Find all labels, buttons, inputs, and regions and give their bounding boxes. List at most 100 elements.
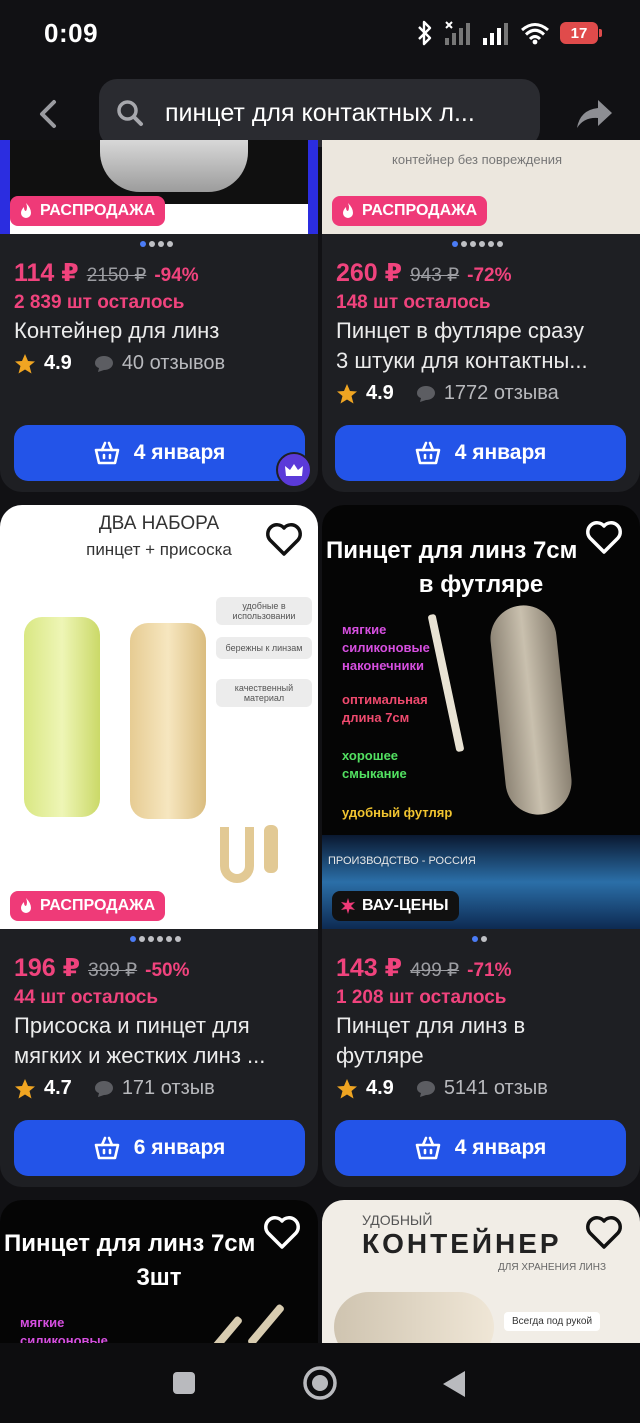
product-card[interactable]: Пинцет для линз 7см 3шт мягкие силиконов… (0, 1200, 318, 1343)
current-price: 143 ₽ (336, 954, 403, 982)
rating-value: 4.7 (44, 1077, 72, 1099)
product-title-line: мягких и жестких линз ... (14, 1043, 266, 1068)
current-price: 260 ₽ (336, 259, 403, 287)
rating-value: 4.9 (366, 382, 394, 404)
reviews-count: 1772 отзыва (443, 382, 559, 404)
pagination-dot (139, 936, 145, 942)
feature-text: удобный футляр (342, 805, 453, 820)
delivery-date: 4 января (133, 441, 226, 464)
share-icon[interactable] (574, 94, 614, 134)
wow-price-badge-label: ВАУ-ЦЕНЫ (362, 897, 449, 914)
product-card[interactable]: контейнер без повреждения РАСПРОДАЖА 260… (322, 140, 640, 492)
reviews-count: 5141 отзыв (443, 1077, 548, 1099)
signal-icon-sim1 (445, 21, 470, 45)
sale-badge: РАСПРОДАЖА (10, 196, 166, 226)
add-to-cart-button[interactable]: 4 января (14, 425, 305, 481)
delivery-date: 4 января (454, 441, 547, 464)
delivery-date: 6 января (133, 1136, 226, 1159)
comment-icon (94, 355, 113, 372)
sale-badge-label: РАСПРОДАЖА (362, 202, 478, 219)
rating-value: 4.9 (44, 352, 72, 374)
product-title[interactable]: Контейнер для линз (14, 316, 304, 346)
clock: 0:09 (44, 18, 99, 48)
add-to-cart-button[interactable]: 6 января (14, 1120, 305, 1176)
search-bar[interactable]: пинцет для контактных л... (99, 79, 540, 147)
signal-icon-sim2 (483, 23, 508, 45)
recent-apps-icon[interactable] (172, 1371, 196, 1395)
pagination-dot (166, 936, 172, 942)
feature-tag: бережны к линзам (216, 637, 312, 659)
sale-badge-label: РАСПРОДАЖА (40, 202, 156, 219)
feature-text: хорошее (342, 748, 399, 763)
star-icon (337, 1078, 357, 1098)
feature-text: силиконовые (342, 640, 430, 655)
favorite-heart-icon[interactable] (264, 519, 304, 559)
sale-badge: РАСПРОДАЖА (332, 196, 488, 226)
old-price: 499 ₽ (410, 960, 460, 981)
status-icons: 17 (416, 20, 602, 46)
flame-icon (343, 203, 353, 218)
basket-icon (415, 441, 441, 465)
price-row: 143 ₽ 499 ₽ -71% (336, 953, 512, 983)
stock-left: 1 208 шт осталось (336, 987, 507, 1008)
price-row: 114 ₽ 2150 ₽ -94% (14, 258, 199, 288)
discount: -94% (154, 265, 199, 286)
current-price: 114 ₽ (14, 259, 79, 287)
pagination-dot (140, 241, 146, 247)
favorite-heart-icon[interactable] (584, 517, 624, 557)
stock-left: 148 шт осталось (336, 292, 491, 313)
product-title[interactable]: Присоска и пинцет для мягких и жестких л… (14, 1011, 304, 1071)
pagination-dot (157, 936, 163, 942)
product-card[interactable]: Пинцет для линз 7см в футляре мягкие сил… (322, 505, 640, 1187)
pagination-dot (461, 241, 467, 247)
image-pagination (140, 241, 173, 247)
back-arrow-icon[interactable] (30, 94, 66, 134)
comment-icon (416, 385, 435, 402)
feature-text: наконечники (342, 658, 425, 673)
pagination-dot (158, 241, 164, 247)
back-nav-icon[interactable] (440, 1369, 468, 1399)
pagination-dot (481, 936, 487, 942)
product-title-line: 3 штуки для контактны... (336, 348, 588, 373)
feature-text: мягкие (20, 1315, 65, 1330)
add-to-cart-button[interactable]: 4 января (335, 1120, 626, 1176)
product-title[interactable]: Пинцет для линз в футляре (336, 1011, 626, 1071)
image-pagination (130, 936, 181, 942)
basket-icon (94, 1136, 120, 1160)
pagination-dot (497, 241, 503, 247)
flame-icon (21, 203, 31, 218)
price-row: 196 ₽ 399 ₽ -50% (14, 953, 190, 983)
wow-price-badge: ВАУ-ЦЕНЫ (332, 891, 459, 921)
rating-value: 4.9 (366, 1077, 394, 1099)
image-headline: КОНТЕЙНЕР (362, 1228, 562, 1259)
discount: -50% (145, 960, 190, 981)
feature-tag: удобные в использовании (216, 597, 312, 625)
home-icon[interactable] (302, 1365, 338, 1401)
pagination-dot (130, 936, 136, 942)
image-caption: контейнер без повреждения (392, 152, 563, 167)
product-title-line: футляре (336, 1043, 424, 1068)
star-icon (337, 383, 357, 403)
add-to-cart-button[interactable]: 4 января (335, 425, 626, 481)
old-price: 399 ₽ (88, 960, 138, 981)
current-price: 196 ₽ (14, 954, 81, 982)
image-footer: ПРОИЗВОДСТВО - РОССИЯ (328, 855, 476, 867)
product-image[interactable]: Пинцет для линз 7см в футляре мягкие сил… (322, 505, 640, 929)
product-image[interactable]: ДВА НАБОРА пинцет + присоска удобные в и… (0, 505, 318, 929)
product-card[interactable]: УДОБНЫЙ КОНТЕЙНЕР ДЛЯ ХРАНЕНИЯ ЛИНЗ Всег… (322, 1200, 640, 1343)
basket-icon (94, 441, 120, 465)
feature-text: оптимальная (342, 692, 428, 707)
search-icon (117, 100, 143, 126)
sale-badge-label: РАСПРОДАЖА (40, 897, 156, 914)
product-card[interactable]: РАСПРОДАЖА 114 ₽ 2150 ₽ -94% 2 839 шт ос… (0, 140, 318, 492)
rating-row: 4.9 40 отзывов (14, 352, 225, 375)
product-card[interactable]: ДВА НАБОРА пинцет + присоска удобные в и… (0, 505, 318, 1187)
favorite-heart-icon[interactable] (262, 1212, 302, 1252)
rating-row: 4.7 171 отзыв (14, 1077, 215, 1100)
favorite-heart-icon[interactable] (584, 1212, 624, 1252)
search-query[interactable]: пинцет для контактных л... (165, 99, 525, 128)
product-title-line: Присоска и пинцет для (14, 1013, 250, 1038)
product-title[interactable]: Пинцет в футляре сразу 3 штуки для конта… (336, 316, 626, 376)
feature-text: смыкание (342, 766, 407, 781)
feature-text: силиконовые (20, 1333, 108, 1343)
